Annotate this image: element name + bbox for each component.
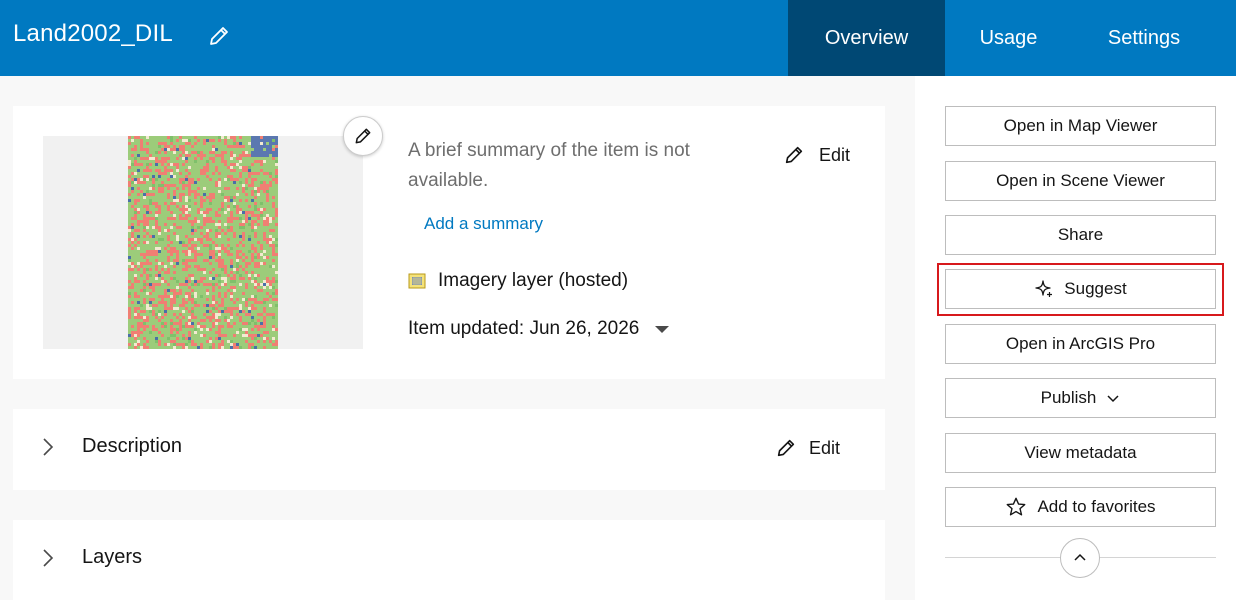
add-summary-link[interactable]: Add a summary: [424, 214, 543, 234]
chevron-down-icon: [1107, 395, 1119, 403]
layers-toggle[interactable]: Layers: [40, 546, 142, 569]
open-map-viewer-label: Open in Map Viewer: [1003, 116, 1158, 135]
sparkle-icon: [1035, 280, 1053, 297]
chevron-right-icon: [43, 437, 54, 456]
caret-down-icon: [655, 325, 670, 333]
suggest-button[interactable]: Suggest: [945, 269, 1216, 309]
description-label: Description: [82, 435, 183, 457]
layers-label: Layers: [82, 546, 143, 568]
chevron-up-icon: [1074, 553, 1086, 561]
app-header: Land2002_DIL Overview Usage Settings: [0, 0, 1236, 76]
view-metadata-button[interactable]: View metadata: [945, 433, 1216, 473]
open-scene-viewer-label: Open in Scene Viewer: [996, 171, 1165, 190]
pencil-icon: [785, 146, 803, 164]
tab-settings[interactable]: Settings: [1072, 0, 1236, 76]
pencil-icon: [355, 128, 371, 144]
view-metadata-label: View metadata: [1024, 443, 1137, 462]
item-title: Land2002_DIL: [13, 20, 173, 47]
description-toggle[interactable]: Description: [40, 435, 182, 458]
publish-label: Publish: [1040, 388, 1097, 407]
suggest-label: Suggest: [1064, 279, 1127, 298]
publish-dropdown-button[interactable]: Publish: [945, 378, 1216, 418]
item-tabs: Overview Usage Settings: [788, 0, 1236, 76]
description-section: Description Edit: [13, 409, 885, 490]
edit-thumbnail-button[interactable]: [343, 116, 383, 156]
imagery-layer-icon: [408, 273, 426, 289]
open-arcgis-pro-button[interactable]: Open in ArcGIS Pro: [945, 324, 1216, 364]
tab-overview[interactable]: Overview: [788, 0, 945, 76]
share-button[interactable]: Share: [945, 215, 1216, 255]
edit-summary-button[interactable]: Edit: [783, 144, 850, 166]
open-map-viewer-button[interactable]: Open in Map Viewer: [945, 106, 1216, 146]
item-updated-label: Item updated: Jun 26, 2026: [408, 318, 640, 339]
add-to-favorites-label: Add to favorites: [1037, 497, 1156, 516]
star-icon: [1007, 497, 1026, 516]
edit-description-button[interactable]: Edit: [775, 437, 840, 459]
pencil-icon: [777, 439, 795, 457]
tab-usage[interactable]: Usage: [945, 0, 1072, 76]
open-arcgis-pro-label: Open in ArcGIS Pro: [1005, 334, 1156, 353]
add-to-favorites-button[interactable]: Add to favorites: [945, 487, 1216, 527]
share-label: Share: [1057, 225, 1104, 244]
thumbnail-raster-image: [128, 136, 278, 349]
item-updated-dropdown[interactable]: Item updated: Jun 26, 2026: [408, 318, 670, 340]
summary-card: A brief summary of the item is not avail…: [13, 106, 885, 379]
item-type-label: Imagery layer (hosted): [438, 270, 629, 291]
chevron-right-icon: [43, 548, 54, 567]
summary-text: A brief summary of the item is not avail…: [408, 140, 690, 191]
layers-section: Layers: [13, 520, 885, 600]
edit-title-pencil-icon[interactable]: [207, 24, 231, 48]
open-scene-viewer-button[interactable]: Open in Scene Viewer: [945, 161, 1216, 201]
action-sidebar: Open in Map Viewer Open in Scene Viewer …: [915, 76, 1236, 600]
edit-summary-label: Edit: [819, 144, 851, 165]
item-type: Imagery layer (hosted): [408, 270, 628, 292]
scroll-to-top-button[interactable]: [1060, 538, 1100, 578]
edit-description-label: Edit: [809, 437, 841, 458]
item-thumbnail: [43, 136, 363, 349]
